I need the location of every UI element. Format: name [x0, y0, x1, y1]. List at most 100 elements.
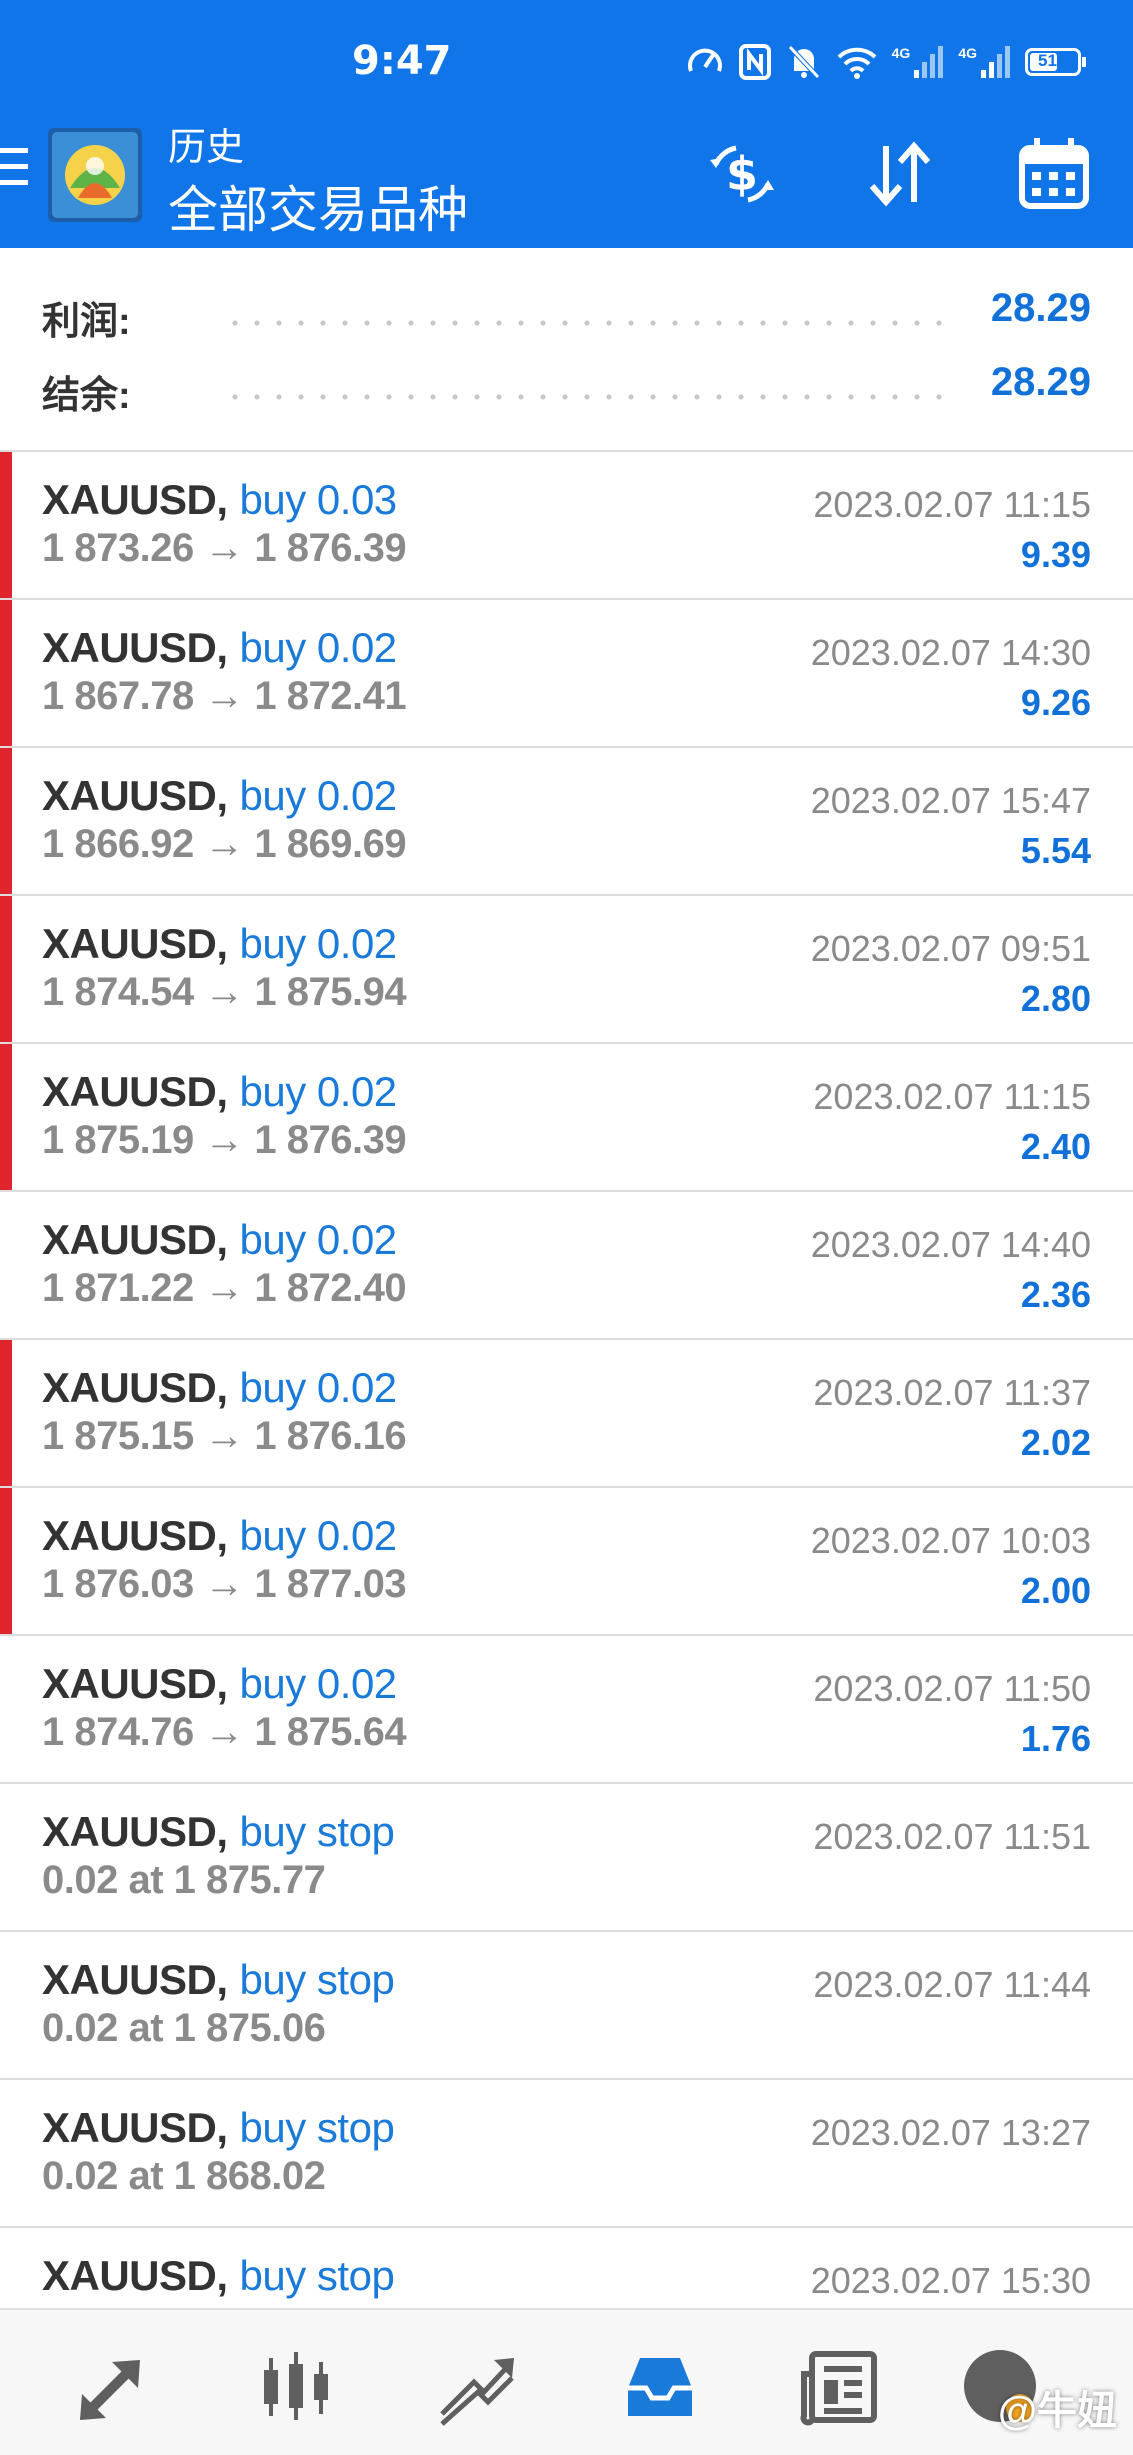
- deal-profit: 2.40: [1020, 1126, 1091, 1167]
- page-title[interactable]: 全部交易品种: [168, 170, 468, 242]
- profit-row: 利润: 28.29: [0, 280, 1133, 343]
- deal-prices: 1 866.92 → 1 869.69: [42, 822, 407, 866]
- signal-label-1: 4G: [891, 45, 911, 61]
- profit-label: 利润:: [42, 301, 131, 343]
- deal-profit: 9.26: [1020, 682, 1091, 723]
- loss-marker: [0, 600, 12, 746]
- deal-profit: 1.76: [1020, 1718, 1091, 1759]
- dotted-leader: [224, 394, 953, 400]
- deal-row[interactable]: XAUUSD, buy 0.02 1 866.92 → 1 869.69 2023…: [0, 748, 1133, 896]
- deal-type: buy 0.02: [239, 1660, 398, 1707]
- quotes-icon[interactable]: [72, 2344, 156, 2428]
- deal-profit: 2.00: [1020, 1570, 1091, 1611]
- deal-symbol: XAUUSD, buy 0.02: [42, 1364, 398, 1411]
- deal-prices: 1 874.54 → 1 875.94: [42, 970, 407, 1014]
- calendar-icon[interactable]: [1014, 134, 1094, 214]
- deal-profit: 2.80: [1020, 978, 1091, 1019]
- deal-profit: 2.02: [1020, 1422, 1091, 1463]
- trade-icon[interactable]: [434, 2344, 518, 2428]
- sort-icon[interactable]: [860, 134, 940, 214]
- deal-symbol: XAUUSD, buy stop: [42, 2104, 395, 2151]
- status-icons: 4G 4G 51: [686, 40, 1086, 84]
- loss-marker: [0, 748, 12, 894]
- deal-prices: 0.02 at 1 868.02: [42, 2154, 326, 2198]
- deal-prices: 1 875.19 → 1 876.39: [42, 1118, 407, 1162]
- deal-row[interactable]: XAUUSD, buy 0.03 1 873.26 → 1 876.39 2023…: [0, 452, 1133, 600]
- deal-row[interactable]: XAUUSD, buy 0.02 1 874.54 → 1 875.94 2023…: [0, 896, 1133, 1044]
- svg-text:$: $: [726, 147, 758, 201]
- deal-time: 2023.02.07 10:03: [810, 1520, 1091, 1561]
- news-icon[interactable]: [798, 2344, 882, 2428]
- signal-icon: [914, 46, 944, 78]
- deal-row[interactable]: XAUUSD, buy 0.02 1 874.76 → 1 875.64 2023…: [0, 1636, 1133, 1784]
- loss-marker: [0, 896, 12, 1042]
- deal-type: buy stop: [239, 2104, 395, 2151]
- deal-row[interactable]: XAUUSD, buy 0.02 1 876.03 → 1 877.03 2023…: [0, 1488, 1133, 1636]
- deal-prices: 0.02 at 1 875.77: [42, 1858, 326, 1902]
- deal-symbol: XAUUSD, buy stop: [42, 1956, 395, 2003]
- profit-value: 28.29: [990, 286, 1091, 330]
- order-row[interactable]: XAUUSD,buy stop 0.02 at 1 867.00 2023.02…: [0, 2228, 1133, 2310]
- deal-type: buy stop: [239, 2252, 395, 2299]
- wifi-icon: [837, 47, 877, 79]
- balance-label: 结余:: [42, 375, 131, 417]
- app-logo: [48, 128, 142, 222]
- deal-time: 2023.02.07 15:30: [810, 2260, 1091, 2301]
- deal-prices: 1 871.22 → 1 872.40: [42, 1266, 407, 1310]
- deal-symbol: XAUUSD, buy stop: [42, 1808, 395, 1855]
- deal-row[interactable]: XAUUSD, buy 0.02 1 875.15 → 1 876.16 2023…: [0, 1340, 1133, 1488]
- currency-exchange-icon[interactable]: $: [702, 134, 782, 214]
- loss-marker: [0, 1044, 12, 1190]
- deal-prices: 0.02 at 1 875.06: [42, 2006, 326, 2050]
- deal-type: buy stop: [239, 1956, 395, 2003]
- loss-marker: [0, 452, 12, 598]
- deal-time: 2023.02.07 11:51: [813, 1816, 1091, 1857]
- watermark: @牛妞: [997, 2389, 1117, 2433]
- history-icon[interactable]: [618, 2344, 702, 2428]
- deal-time: 2023.02.07 14:40: [810, 1224, 1091, 1265]
- deal-symbol: XAUUSD, buy 0.02: [42, 772, 397, 819]
- deal-symbol: XAUUSD, buy 0.03: [42, 476, 398, 523]
- bottom-navigation: @牛妞: [0, 2308, 1133, 2455]
- loss-marker: [0, 1488, 12, 1634]
- balance-row: 结余: 28.29: [0, 354, 1133, 417]
- deal-time: 2023.02.07 13:27: [810, 2112, 1091, 2153]
- speedometer-icon: [687, 48, 722, 72]
- deal-row[interactable]: XAUUSD, buy 0.02 1 875.19 → 1 876.39 2023…: [0, 1044, 1133, 1192]
- history-list[interactable]: XAUUSD, buy 0.03 1 873.26 → 1 876.39 2023…: [0, 450, 1133, 2310]
- menu-icon[interactable]: [0, 144, 30, 190]
- deal-type: buy 0.02: [239, 1364, 398, 1411]
- dotted-leader: [224, 320, 953, 326]
- status-bar: 9:47 4G 4G 51: [0, 0, 1133, 92]
- deal-row[interactable]: XAUUSD, buy 0.02 1 871.22 → 1 872.40 2023…: [0, 1192, 1133, 1340]
- page-subtitle: 历史: [168, 127, 245, 169]
- deal-time: 2023.02.07 11:50: [813, 1668, 1091, 1709]
- order-row[interactable]: XAUUSD, buy stop 0.02 at 1 875.06 2023.02…: [0, 1932, 1133, 2080]
- deal-type: buy 0.02: [239, 1068, 398, 1115]
- deal-type: buy 0.02: [239, 624, 398, 671]
- order-row[interactable]: XAUUSD, buy stop 0.02 at 1 875.77 2023.02…: [0, 1784, 1133, 1932]
- chart-icon[interactable]: [254, 2344, 338, 2428]
- deal-time: 2023.02.07 11:15: [813, 1076, 1091, 1117]
- deal-time: 2023.02.07 11:15: [813, 484, 1091, 525]
- deal-type: buy 0.03: [239, 476, 398, 523]
- deal-time: 2023.02.07 09:51: [810, 928, 1091, 969]
- deal-time: 2023.02.07 11:44: [813, 1964, 1091, 2005]
- deal-profit: 9.39: [1020, 534, 1091, 575]
- deal-symbol: XAUUSD, buy 0.02: [42, 1660, 398, 1707]
- deal-profit: 5.54: [1020, 830, 1091, 871]
- signal-icon-2: [981, 46, 1010, 78]
- mute-bell-icon: [787, 45, 820, 79]
- order-row[interactable]: XAUUSD, buy stop 0.02 at 1 868.02 2023.02…: [0, 2080, 1133, 2228]
- summary-panel: 利润: 28.29 结余: 28.29: [0, 248, 1133, 450]
- status-time: 9:47: [352, 38, 452, 84]
- deal-prices: 1 874.76 → 1 875.64: [42, 1710, 407, 1754]
- deal-time: 2023.02.07 14:30: [810, 632, 1091, 673]
- deal-prices: 1 867.78 → 1 872.41: [42, 674, 407, 718]
- deal-row[interactable]: XAUUSD, buy 0.02 1 867.78 → 1 872.41 2023…: [0, 600, 1133, 748]
- deal-time: 2023.02.07 11:37: [813, 1372, 1091, 1413]
- deal-symbol: XAUUSD, buy 0.02: [42, 1512, 397, 1559]
- deal-prices: 1 873.26 → 1 876.39: [42, 526, 407, 570]
- deal-type: buy stop: [239, 1808, 395, 1855]
- deal-symbol: XAUUSD, buy stop: [42, 2252, 395, 2299]
